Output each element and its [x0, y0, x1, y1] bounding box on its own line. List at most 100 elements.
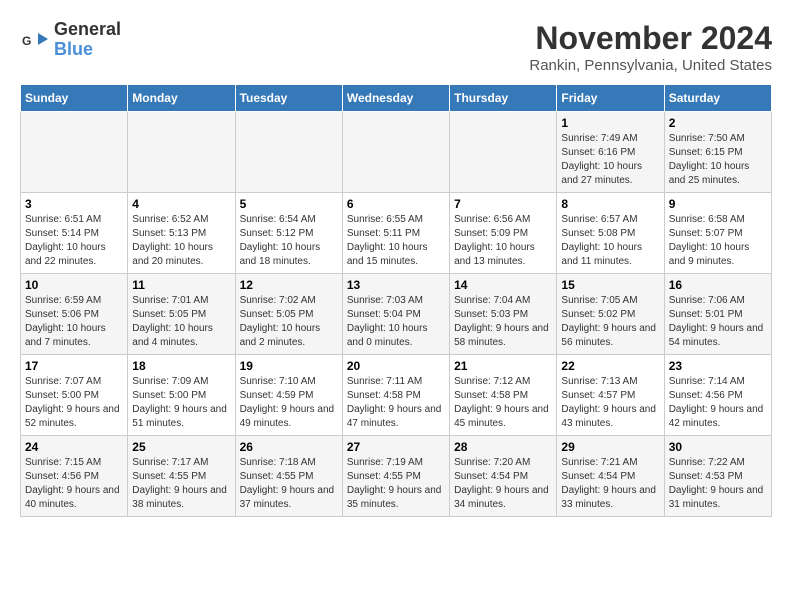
day-info: Sunrise: 7:21 AM Sunset: 4:54 PM Dayligh…: [561, 456, 659, 512]
calendar-cell: 14 Sunrise: 7:04 AM Sunset: 5:03 PM Dayli…: [450, 274, 557, 355]
weekday-header: Sunday: [21, 85, 128, 112]
day-number: 19: [240, 359, 338, 373]
day-info: Sunrise: 7:01 AM Sunset: 5:05 PM Dayligh…: [132, 294, 230, 350]
day-number: 2: [669, 116, 767, 130]
day-info: Sunrise: 7:02 AM Sunset: 5:05 PM Dayligh…: [240, 294, 338, 350]
svg-text:G: G: [22, 34, 31, 48]
calendar-cell: 12 Sunrise: 7:02 AM Sunset: 5:05 PM Dayli…: [235, 274, 342, 355]
calendar-cell: 7 Sunrise: 6:56 AM Sunset: 5:09 PM Daylig…: [450, 193, 557, 274]
day-info: Sunrise: 7:50 AM Sunset: 6:15 PM Dayligh…: [669, 132, 767, 188]
day-info: Sunrise: 6:55 AM Sunset: 5:11 PM Dayligh…: [347, 213, 445, 269]
calendar-cell: 23Sunrise: 7:14 AM Sunset: 4:56 PM Dayli…: [664, 355, 771, 436]
day-info: Sunrise: 6:57 AM Sunset: 5:08 PM Dayligh…: [561, 213, 659, 269]
calendar-cell: 27 Sunrise: 7:19 AM Sunset: 4:55 PM Dayli…: [342, 436, 449, 517]
day-number: 8: [561, 197, 659, 211]
day-info: Sunrise: 7:19 AM Sunset: 4:55 PM Dayligh…: [347, 456, 445, 512]
day-number: 14: [454, 278, 552, 292]
calendar-week-row: 10 Sunrise: 6:59 AM Sunset: 5:06 PM Dayli…: [21, 274, 772, 355]
calendar-cell: 13 Sunrise: 7:03 AM Sunset: 5:04 PM Dayli…: [342, 274, 449, 355]
calendar-cell: [235, 112, 342, 193]
day-number: 27: [347, 440, 445, 454]
day-info: Sunrise: 7:18 AM Sunset: 4:55 PM Dayligh…: [240, 456, 338, 512]
page-header: G General Blue November 2024 Rankin, Pen…: [20, 20, 772, 74]
calendar-cell: 18 Sunrise: 7:09 AM Sunset: 5:00 PM Dayli…: [128, 355, 235, 436]
day-number: 24: [25, 440, 123, 454]
calendar-cell: [342, 112, 449, 193]
calendar-cell: 3 Sunrise: 6:51 AM Sunset: 5:14 PM Daylig…: [21, 193, 128, 274]
day-number: 25: [132, 440, 230, 454]
calendar-cell: 15Sunrise: 7:05 AM Sunset: 5:02 PM Dayli…: [557, 274, 664, 355]
day-number: 7: [454, 197, 552, 211]
day-info: Sunrise: 7:10 AM Sunset: 4:59 PM Dayligh…: [240, 375, 338, 431]
calendar-cell: 2 Sunrise: 7:50 AM Sunset: 6:15 PM Daylig…: [664, 112, 771, 193]
calendar-week-row: 17 Sunrise: 7:07 AM Sunset: 5:00 PM Dayli…: [21, 355, 772, 436]
calendar-cell: 5 Sunrise: 6:54 AM Sunset: 5:12 PM Daylig…: [235, 193, 342, 274]
title-block: November 2024 Rankin, Pennsylvania, Unit…: [529, 20, 772, 74]
calendar-cell: 29 Sunrise: 7:21 AM Sunset: 4:54 PM Dayli…: [557, 436, 664, 517]
day-number: 9: [669, 197, 767, 211]
day-info: Sunrise: 7:12 AM Sunset: 4:58 PM Dayligh…: [454, 375, 552, 431]
calendar-cell: 30 Sunrise: 7:22 AM Sunset: 4:53 PM Dayli…: [664, 436, 771, 517]
day-info: Sunrise: 6:56 AM Sunset: 5:09 PM Dayligh…: [454, 213, 552, 269]
day-number: 29: [561, 440, 659, 454]
calendar-cell: 16Sunrise: 7:06 AM Sunset: 5:01 PM Dayli…: [664, 274, 771, 355]
calendar-cell: 4Sunrise: 6:52 AM Sunset: 5:13 PM Daylig…: [128, 193, 235, 274]
location-text: Rankin, Pennsylvania, United States: [529, 57, 772, 74]
day-info: Sunrise: 7:06 AM Sunset: 5:01 PM Dayligh…: [669, 294, 767, 350]
day-number: 6: [347, 197, 445, 211]
day-number: 26: [240, 440, 338, 454]
weekday-header: Saturday: [664, 85, 771, 112]
day-info: Sunrise: 7:09 AM Sunset: 5:00 PM Dayligh…: [132, 375, 230, 431]
calendar-cell: 26 Sunrise: 7:18 AM Sunset: 4:55 PM Dayli…: [235, 436, 342, 517]
day-info: Sunrise: 7:22 AM Sunset: 4:53 PM Dayligh…: [669, 456, 767, 512]
day-number: 10: [25, 278, 123, 292]
calendar-cell: 6 Sunrise: 6:55 AM Sunset: 5:11 PM Daylig…: [342, 193, 449, 274]
day-info: Sunrise: 7:11 AM Sunset: 4:58 PM Dayligh…: [347, 375, 445, 431]
day-number: 17: [25, 359, 123, 373]
calendar-cell: 28Sunrise: 7:20 AM Sunset: 4:54 PM Dayli…: [450, 436, 557, 517]
calendar-cell: 25Sunrise: 7:17 AM Sunset: 4:55 PM Dayli…: [128, 436, 235, 517]
calendar-cell: 21Sunrise: 7:12 AM Sunset: 4:58 PM Dayli…: [450, 355, 557, 436]
day-info: Sunrise: 7:20 AM Sunset: 4:54 PM Dayligh…: [454, 456, 552, 512]
day-number: 13: [347, 278, 445, 292]
day-info: Sunrise: 7:15 AM Sunset: 4:56 PM Dayligh…: [25, 456, 123, 512]
calendar-cell: 19 Sunrise: 7:10 AM Sunset: 4:59 PM Dayli…: [235, 355, 342, 436]
day-number: 22: [561, 359, 659, 373]
calendar-table: SundayMondayTuesdayWednesdayThursdayFrid…: [20, 84, 772, 517]
weekday-header: Friday: [557, 85, 664, 112]
day-number: 5: [240, 197, 338, 211]
calendar-cell: 9 Sunrise: 6:58 AM Sunset: 5:07 PM Daylig…: [664, 193, 771, 274]
day-info: Sunrise: 6:59 AM Sunset: 5:06 PM Dayligh…: [25, 294, 123, 350]
day-info: Sunrise: 7:49 AM Sunset: 6:16 PM Dayligh…: [561, 132, 659, 188]
calendar-cell: 8 Sunrise: 6:57 AM Sunset: 5:08 PM Daylig…: [557, 193, 664, 274]
day-info: Sunrise: 7:05 AM Sunset: 5:02 PM Dayligh…: [561, 294, 659, 350]
calendar-cell: 11Sunrise: 7:01 AM Sunset: 5:05 PM Dayli…: [128, 274, 235, 355]
day-number: 12: [240, 278, 338, 292]
day-info: Sunrise: 7:14 AM Sunset: 4:56 PM Dayligh…: [669, 375, 767, 431]
calendar-cell: 1Sunrise: 7:49 AM Sunset: 6:16 PM Daylig…: [557, 112, 664, 193]
day-info: Sunrise: 6:51 AM Sunset: 5:14 PM Dayligh…: [25, 213, 123, 269]
day-number: 30: [669, 440, 767, 454]
day-info: Sunrise: 7:13 AM Sunset: 4:57 PM Dayligh…: [561, 375, 659, 431]
calendar-week-row: 24 Sunrise: 7:15 AM Sunset: 4:56 PM Dayli…: [21, 436, 772, 517]
weekday-header: Wednesday: [342, 85, 449, 112]
calendar-cell: 17 Sunrise: 7:07 AM Sunset: 5:00 PM Dayli…: [21, 355, 128, 436]
day-number: 18: [132, 359, 230, 373]
day-number: 20: [347, 359, 445, 373]
day-info: Sunrise: 7:03 AM Sunset: 5:04 PM Dayligh…: [347, 294, 445, 350]
logo-blue-text: Blue: [54, 40, 121, 60]
calendar-cell: [21, 112, 128, 193]
day-info: Sunrise: 7:04 AM Sunset: 5:03 PM Dayligh…: [454, 294, 552, 350]
calendar-cell: 20 Sunrise: 7:11 AM Sunset: 4:58 PM Dayli…: [342, 355, 449, 436]
month-title: November 2024: [529, 20, 772, 57]
calendar-week-row: 1Sunrise: 7:49 AM Sunset: 6:16 PM Daylig…: [21, 112, 772, 193]
calendar-week-row: 3 Sunrise: 6:51 AM Sunset: 5:14 PM Daylig…: [21, 193, 772, 274]
day-info: Sunrise: 6:58 AM Sunset: 5:07 PM Dayligh…: [669, 213, 767, 269]
day-info: Sunrise: 7:07 AM Sunset: 5:00 PM Dayligh…: [25, 375, 123, 431]
day-number: 3: [25, 197, 123, 211]
day-info: Sunrise: 6:52 AM Sunset: 5:13 PM Dayligh…: [132, 213, 230, 269]
logo: G General Blue: [20, 20, 121, 60]
calendar-cell: [450, 112, 557, 193]
day-info: Sunrise: 6:54 AM Sunset: 5:12 PM Dayligh…: [240, 213, 338, 269]
weekday-header: Thursday: [450, 85, 557, 112]
